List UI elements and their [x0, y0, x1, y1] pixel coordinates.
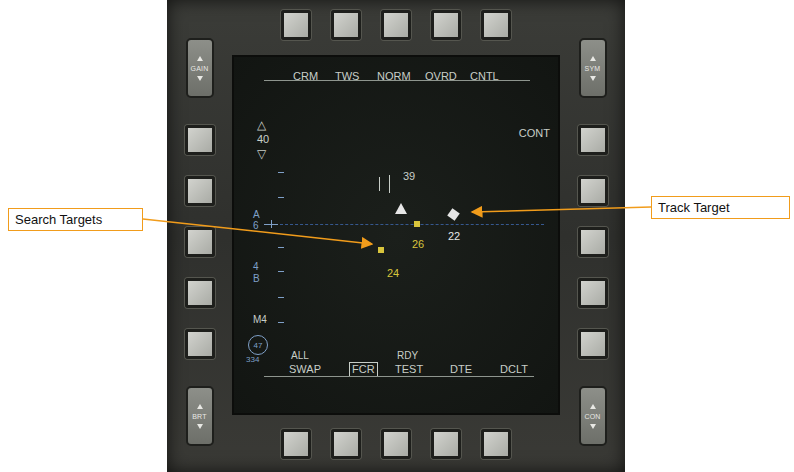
- bezel-button[interactable]: [578, 125, 608, 155]
- target-altitude: 22: [445, 229, 463, 244]
- top-option[interactable]: NORM: [374, 69, 414, 84]
- rocker-label: GAIN: [191, 65, 209, 72]
- bezel-button[interactable]: [578, 329, 608, 359]
- con-rocker[interactable]: CON: [579, 386, 607, 446]
- bezel-button[interactable]: [578, 278, 608, 308]
- altitude-bracket: [379, 177, 380, 191]
- left-bezel-column: GAIN BRT: [167, 0, 232, 472]
- right-bezel-column: SYM CON: [560, 0, 625, 472]
- bezel-button[interactable]: [578, 176, 608, 206]
- bottom-option[interactable]: FCR: [349, 362, 378, 377]
- top-option[interactable]: CNTL: [467, 69, 502, 84]
- bezel-button[interactable]: [185, 227, 215, 257]
- bezel-button[interactable]: [431, 429, 461, 459]
- target-altitude: 24: [384, 266, 402, 281]
- option-status: RDY: [394, 349, 421, 363]
- rocker-label: CON: [584, 413, 600, 420]
- bezel-button[interactable]: [381, 429, 411, 459]
- contact-marker-icon: [394, 203, 408, 215]
- scale-tick: [278, 197, 284, 198]
- button-stack: [185, 125, 215, 359]
- bezel-button[interactable]: [185, 125, 215, 155]
- bezel-button[interactable]: [331, 429, 361, 459]
- elevation-down-icon: ▽: [254, 146, 269, 162]
- target-altitude: 26: [409, 237, 427, 252]
- bar-label: 4: [250, 260, 262, 274]
- bezel-button[interactable]: [481, 10, 511, 40]
- top-option[interactable]: TWS: [332, 69, 362, 84]
- up-arrow-icon: [197, 56, 203, 61]
- top-option[interactable]: CRM: [290, 69, 321, 84]
- bottom-rule: [264, 376, 534, 377]
- up-arrow-icon: [590, 404, 596, 409]
- button-stack: [578, 125, 608, 359]
- azimuth-marker-tick: [271, 220, 272, 228]
- callout-lines: [0, 0, 794, 472]
- altitude-bracket: [389, 175, 390, 193]
- mach-label: M4: [250, 313, 270, 327]
- bezel-button[interactable]: [281, 10, 311, 40]
- mode-label[interactable]: CONT: [519, 128, 550, 139]
- sym-rocker[interactable]: SYM: [579, 38, 607, 98]
- rocker-label: BRT: [192, 413, 206, 420]
- elevation-value: 40: [254, 132, 272, 147]
- bezel-button[interactable]: [331, 10, 361, 40]
- search-targets-callout: Search Targets: [8, 208, 143, 231]
- scale-tick: [278, 271, 284, 272]
- down-arrow-icon: [197, 424, 203, 429]
- bearing-label: 334: [246, 356, 259, 364]
- option-status: ALL: [288, 349, 312, 363]
- bezel-button[interactable]: [578, 227, 608, 257]
- horizon-line: [280, 224, 544, 225]
- bar-label: B: [250, 272, 263, 286]
- bezel-button[interactable]: [431, 10, 461, 40]
- down-arrow-icon: [590, 76, 596, 81]
- heading-circle: 47: [248, 335, 268, 355]
- up-arrow-icon: [197, 404, 203, 409]
- bottom-option[interactable]: DCLT: [497, 362, 531, 377]
- search-target-icon[interactable]: [414, 221, 420, 227]
- track-target-callout: Track Target: [651, 196, 790, 219]
- scale-tick: [278, 247, 284, 248]
- bezel-button[interactable]: [185, 278, 215, 308]
- gain-rocker[interactable]: GAIN: [186, 38, 214, 98]
- scale-tick: [278, 297, 284, 298]
- brt-rocker[interactable]: BRT: [186, 386, 214, 446]
- bezel-button[interactable]: [185, 176, 215, 206]
- track-target-icon[interactable]: [447, 208, 460, 221]
- bottom-option[interactable]: DTE: [447, 362, 475, 377]
- up-arrow-icon: [590, 56, 596, 61]
- top-option[interactable]: OVRD: [422, 69, 460, 84]
- rocker-label: SYM: [585, 65, 601, 72]
- bottom-option[interactable]: TEST: [392, 362, 426, 377]
- elevation-up-icon: △: [254, 117, 269, 133]
- radar-display: CRM TWS NORM OVRD CNTL CONT △40▽ A6 4B M4 47334 39 2…: [232, 55, 560, 415]
- down-arrow-icon: [590, 424, 596, 429]
- bezel-button[interactable]: [185, 329, 215, 359]
- top-button-row: [232, 0, 560, 55]
- bezel-button[interactable]: [481, 429, 511, 459]
- scale-tick: [278, 322, 284, 323]
- bottom-button-row: [232, 415, 560, 472]
- azimuth-label: 6: [250, 219, 262, 233]
- down-arrow-icon: [197, 76, 203, 81]
- page: GAIN BRT CRM TWS NORM OVRD CNTL CONT △40▽ A6 4B M4 4…: [0, 0, 794, 472]
- altitude-marker: 39: [400, 169, 418, 184]
- bezel-button[interactable]: [381, 10, 411, 40]
- bottom-option[interactable]: SWAP: [286, 362, 324, 377]
- azimuth-label: A: [250, 208, 263, 222]
- search-target-icon[interactable]: [378, 247, 384, 253]
- mfd-bezel: GAIN BRT CRM TWS NORM OVRD CNTL CONT △40▽ A6 4B M4 4…: [167, 0, 625, 472]
- scale-tick: [278, 172, 284, 173]
- bezel-button[interactable]: [281, 429, 311, 459]
